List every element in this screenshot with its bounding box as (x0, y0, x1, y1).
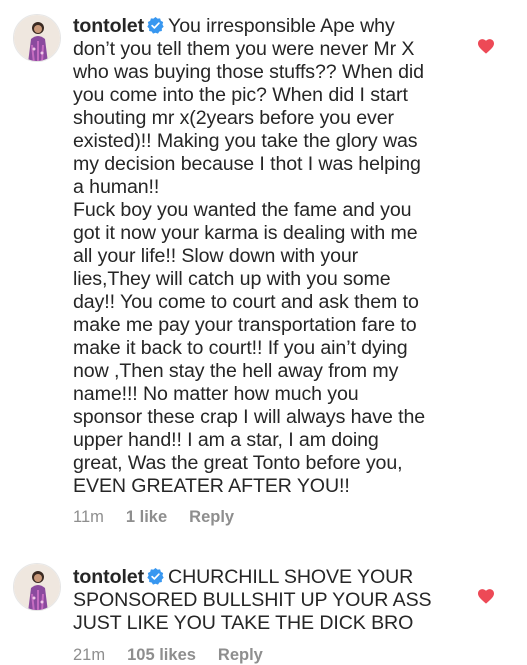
verified-badge-icon (147, 17, 164, 34)
avatar[interactable] (13, 14, 61, 62)
avatar-image (14, 564, 60, 610)
likes-count[interactable]: 105 likes (127, 646, 196, 664)
reply-button[interactable]: Reply (189, 508, 234, 526)
reply-button[interactable]: Reply (218, 646, 263, 664)
verified-badge-icon (147, 568, 164, 585)
comment-meta: 21m 105 likes Reply (73, 646, 285, 665)
comment-body: tontolet CHURCHILL SHOVE YOUR SPONSORED … (73, 566, 453, 635)
avatar[interactable] (13, 563, 61, 611)
username[interactable]: tontolet (73, 15, 144, 37)
likes-count[interactable]: 1 like (126, 508, 167, 526)
comment-text-second: Fuck boy you wanted the fame and you got… (73, 199, 426, 497)
comment-time: 11m (73, 508, 104, 526)
heart-icon[interactable] (477, 38, 495, 54)
comment-body: tontolet You irresponsible Ape why don’t… (73, 15, 453, 498)
comment-meta: 11m 1 like Reply (73, 508, 256, 527)
comment-text-first: You irresponsible Ape why don’t you tell… (73, 15, 424, 198)
comment-time: 21m (73, 646, 106, 664)
avatar-image (14, 15, 60, 61)
username[interactable]: tontolet (73, 566, 144, 588)
heart-icon[interactable] (477, 588, 495, 604)
